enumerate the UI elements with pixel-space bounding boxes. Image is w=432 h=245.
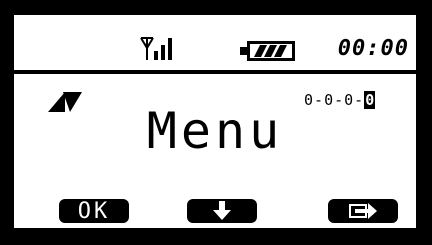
- signal-antenna-icon: [140, 37, 172, 60]
- clock: 00:00: [337, 36, 409, 61]
- status-divider: [14, 70, 416, 74]
- battery-full-icon: [240, 41, 295, 61]
- down-softkey[interactable]: [187, 199, 257, 223]
- status-bar: 00:00: [14, 15, 416, 70]
- arrow-enter-icon: [349, 203, 377, 219]
- menu-title: Menu: [146, 102, 284, 160]
- enter-softkey[interactable]: [328, 199, 398, 223]
- arrow-down-icon: [213, 201, 231, 220]
- ok-softkey[interactable]: OK: [59, 199, 129, 224]
- lcd-screen: 00:00 0 - 0 - 0 - 0 Menu OK: [14, 15, 416, 228]
